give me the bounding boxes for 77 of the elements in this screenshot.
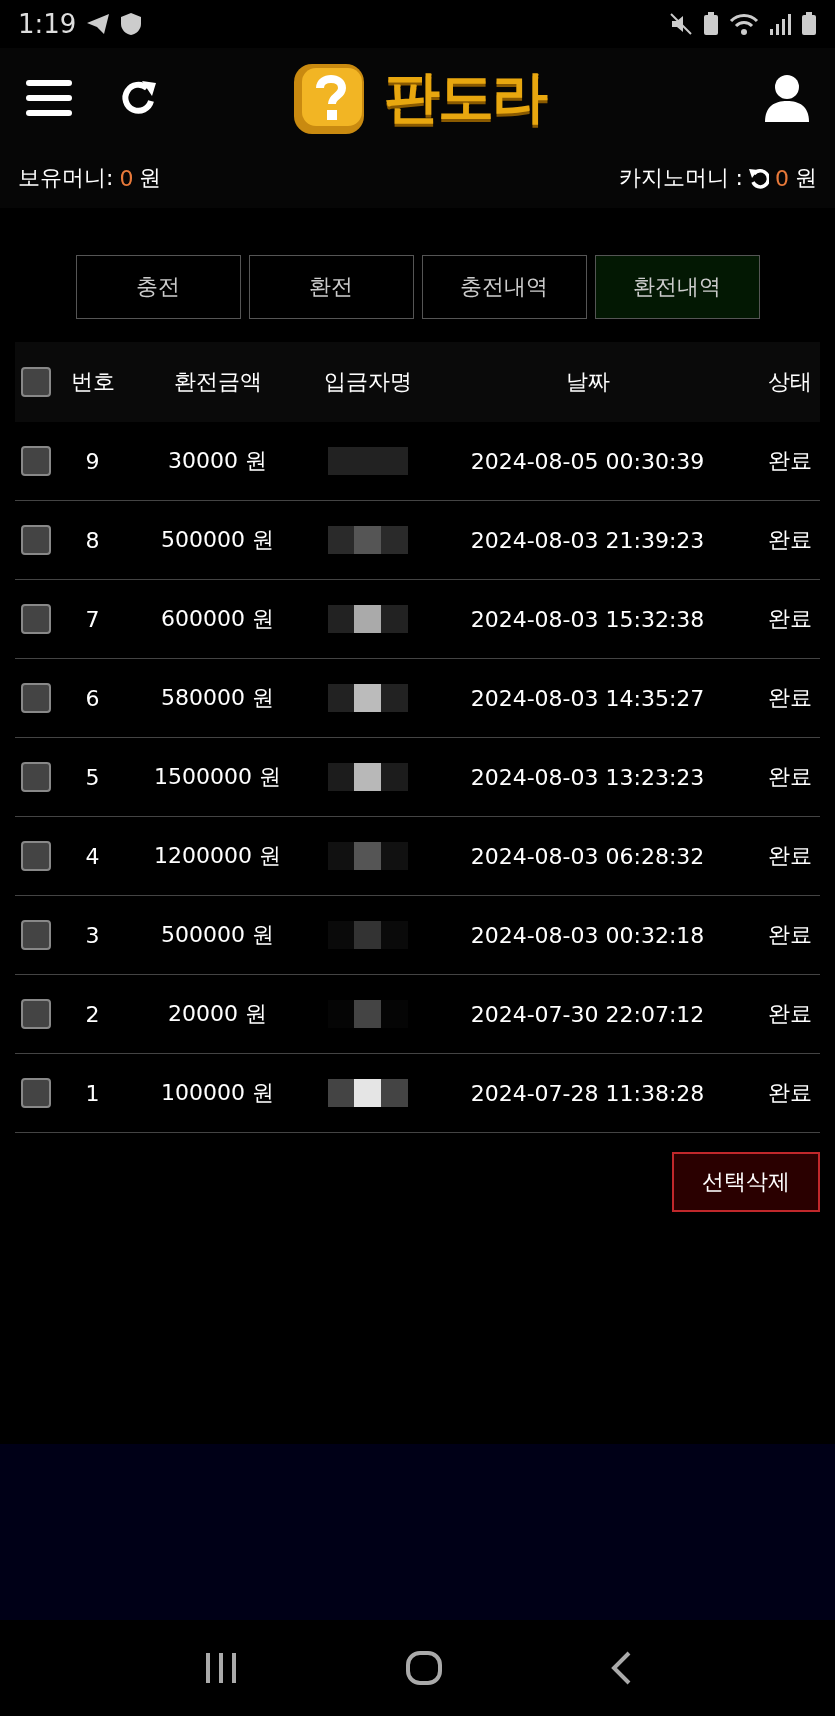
column-header: 환전금액	[172, 368, 263, 396]
table-cell-text: 7	[84, 606, 101, 632]
table-cell-text: 완료	[767, 684, 813, 712]
column-header: 상태	[767, 368, 813, 396]
table-cell-text: 완료	[767, 842, 813, 870]
logo-text: 판도라	[383, 63, 546, 131]
checkbox[interactable]	[21, 367, 51, 397]
table-cell-text: 2	[84, 1001, 101, 1027]
checkbox[interactable]	[21, 1078, 51, 1108]
table-cell-text: 2024-08-03 21:39:23	[469, 527, 706, 553]
menu-icon[interactable]	[26, 78, 72, 118]
table-cell-text: 6	[84, 685, 101, 711]
battery-icon	[801, 12, 817, 36]
checkbox[interactable]	[21, 683, 51, 713]
table-cell-text: 3	[84, 922, 101, 948]
balance-label: 카지노머니 :	[618, 164, 743, 192]
table-cell-text: 30000 원	[167, 447, 268, 475]
table-cell-text: 9	[84, 448, 101, 474]
table-cell-text: 600000 원	[160, 605, 275, 633]
column-header: 입금자명	[322, 368, 413, 396]
table-cell-text: 완료	[767, 763, 813, 791]
back-icon[interactable]	[610, 1651, 631, 1685]
refresh-icon[interactable]	[749, 167, 769, 189]
table-cell-text: 2024-08-03 00:32:18	[469, 922, 706, 948]
table-cell-text: 2024-08-03 06:28:32	[469, 843, 706, 869]
table-cell-text: 완료	[767, 447, 813, 475]
tab[interactable]: 충전	[75, 255, 241, 319]
checkbox[interactable]	[21, 999, 51, 1029]
checkbox[interactable]	[21, 525, 51, 555]
table-cell-text: 완료	[767, 605, 813, 633]
checkbox[interactable]	[21, 604, 51, 634]
wifi-icon	[729, 13, 759, 35]
table-cell-text: 2024-07-28 11:38:28	[469, 1080, 706, 1106]
table-cell-text: 20000 원	[167, 1000, 268, 1028]
tab[interactable]: 환전	[248, 255, 414, 319]
table-cell-text: 1200000 원	[153, 842, 282, 870]
table-cell-text: 2024-08-03 13:23:23	[469, 764, 706, 790]
table-cell-text: 2024-08-03 15:32:38	[469, 606, 706, 632]
table-cell-text: 완료	[767, 1000, 813, 1028]
signal-icon	[769, 13, 791, 35]
table-cell-text: 8	[84, 527, 101, 553]
balance-value: 0	[775, 165, 789, 191]
home-icon[interactable]	[406, 1651, 443, 1685]
table-cell-text: 580000 원	[160, 684, 275, 712]
refresh-icon[interactable]	[120, 79, 158, 117]
table-cell-text: 500000 원	[160, 921, 275, 949]
checkbox[interactable]	[21, 762, 51, 792]
table-cell-text: 2024-07-30 22:07:12	[469, 1001, 706, 1027]
user-icon[interactable]	[765, 74, 809, 122]
shield-icon	[120, 12, 143, 36]
mute-icon	[669, 12, 693, 36]
table-cell-text: 완료	[767, 921, 813, 949]
checkbox[interactable]	[21, 841, 51, 871]
delete-selected-button[interactable]: 선택삭제	[672, 1152, 820, 1212]
tab[interactable]: 환전내역	[594, 255, 760, 319]
column-header: 날짜	[564, 368, 611, 396]
send-icon	[86, 13, 111, 35]
checkbox[interactable]	[21, 920, 51, 950]
table-cell-text: 완료	[767, 526, 813, 554]
status-time: 1:19	[18, 9, 77, 39]
table-cell-text: 4	[84, 843, 101, 869]
recent-apps-icon[interactable]	[204, 1653, 239, 1683]
checkbox[interactable]	[21, 446, 51, 476]
currency-unit: 원	[139, 164, 162, 192]
table-cell-text: 2024-08-05 00:30:39	[469, 448, 706, 474]
table-cell-text: 1500000 원	[153, 763, 282, 791]
balance-value: 0	[119, 165, 134, 191]
table-cell-text: 5	[84, 764, 101, 790]
table-cell-text: 100000 원	[160, 1079, 275, 1107]
table-cell-text: 완료	[767, 1079, 813, 1107]
table-cell-text: 500000 원	[160, 526, 275, 554]
currency-unit: 원	[795, 164, 817, 192]
table-cell-text: 2024-08-03 14:35:27	[469, 685, 706, 711]
table-cell-text: 1	[84, 1080, 101, 1106]
balance-label: 보유머니:	[18, 164, 114, 192]
column-header: 번호	[70, 368, 115, 396]
tab[interactable]: 충전내역	[421, 255, 587, 319]
